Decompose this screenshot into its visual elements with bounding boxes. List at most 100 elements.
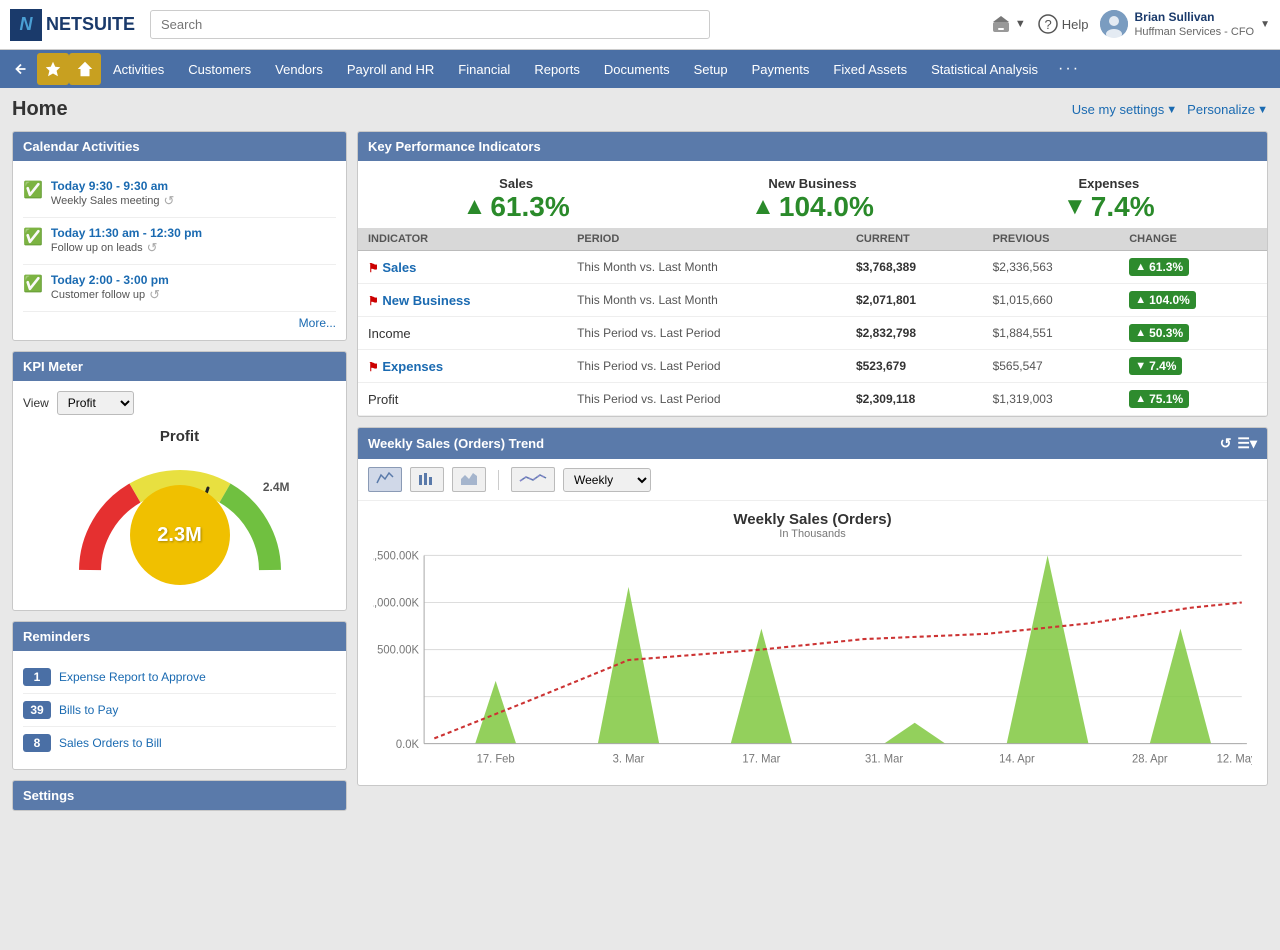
indicator-link[interactable]: ⚑ Expenses (368, 359, 443, 374)
reminder-item-1: 39 Bills to Pay (23, 694, 336, 727)
chart-type-area-btn[interactable] (452, 467, 486, 492)
indicator-name: Profit (368, 392, 398, 407)
chart-type-bar-btn[interactable] (410, 467, 444, 492)
nav-more-btn[interactable]: ··· (1050, 60, 1088, 78)
chart-type-line-btn[interactable] (368, 467, 402, 492)
chart-toolbar: Weekly (358, 459, 1267, 501)
nav-item-reports[interactable]: Reports (522, 50, 592, 88)
change-badge-3: ▼ 7.4% (1129, 357, 1182, 375)
indicator-link[interactable]: ⚑ Sales (368, 260, 416, 275)
cell-change-0: ▲ 61.3% (1119, 251, 1267, 284)
activity-time-2[interactable]: Today 2:00 - 3:00 pm (51, 273, 169, 287)
reminder-link-2[interactable]: Sales Orders to Bill (59, 736, 162, 750)
calendar-more: More... (23, 312, 336, 330)
nav-item-fixed-assets[interactable]: Fixed Assets (821, 50, 919, 88)
cell-change-3: ▼ 7.4% (1119, 350, 1267, 383)
svg-text:1,000.00K: 1,000.00K (373, 598, 419, 610)
chart-svg: 1,500.00K 1,000.00K 500.00K 0.0K (373, 545, 1252, 775)
kpi-summary-newbiz-value: ▲ 104.0% (674, 191, 950, 223)
reminder-link-0[interactable]: Expense Report to Approve (59, 670, 206, 684)
nav-star-btn[interactable] (37, 53, 69, 85)
nav-item-activities[interactable]: Activities (101, 50, 176, 88)
user-menu[interactable]: Brian Sullivan Huffman Services - CFO ▼ (1100, 10, 1270, 40)
reminders-panel: Reminders 1 Expense Report to Approve 39… (12, 621, 347, 770)
cell-previous-4: $1,319,003 (983, 383, 1120, 416)
chart-tools: ↺ ☰▾ (1220, 435, 1257, 452)
sales-up-arrow: ▲ (463, 193, 487, 221)
change-up-arrow: ▲ (1135, 327, 1146, 339)
chart-period-select[interactable]: Weekly (563, 468, 651, 492)
personalize-link[interactable]: Personalize ▼ (1187, 102, 1268, 117)
page-content: Home Use my settings ▼ Personalize ▼ Cal… (0, 88, 1280, 821)
kpi-table-row-1: ⚑ New Business This Month vs. Last Month… (358, 284, 1267, 317)
change-down-arrow: ▼ (1135, 360, 1146, 372)
logo: N NETSUITE (10, 9, 135, 41)
nav-home-btn[interactable] (69, 53, 101, 85)
chart-area: 1,500.00K 1,000.00K 500.00K 0.0K (373, 545, 1252, 775)
nav-item-vendors[interactable]: Vendors (263, 50, 335, 88)
kpi-view-select[interactable]: Profit (57, 391, 134, 415)
flag-icon: ⚑ (368, 261, 379, 275)
search-input[interactable] (150, 10, 710, 39)
nav-item-financial[interactable]: Financial (446, 50, 522, 88)
weekly-sales-header: Weekly Sales (Orders) Trend ↺ ☰▾ (358, 428, 1267, 459)
change-up-arrow: ▲ (1135, 294, 1146, 306)
content-layout: Calendar Activities ✅ Today 9:30 - 9:30 … (12, 131, 1268, 811)
change-badge-1: ▲ 104.0% (1129, 291, 1196, 309)
chart-refresh-btn[interactable]: ↺ (1220, 435, 1232, 452)
calendar-more-link[interactable]: More... (299, 316, 336, 330)
kpi-summary-sales-value: ▲ 61.3% (378, 191, 654, 223)
activity-refresh-icon-0[interactable]: ↺ (164, 193, 175, 209)
weekly-sales-panel: Weekly Sales (Orders) Trend ↺ ☰▾ (357, 427, 1268, 786)
indicator-link[interactable]: ⚑ New Business (368, 293, 471, 308)
calendar-body: ✅ Today 9:30 - 9:30 am Weekly Sales meet… (13, 161, 346, 340)
reminder-link-1[interactable]: Bills to Pay (59, 703, 118, 717)
kpi-summary-sales-label: Sales (378, 176, 654, 191)
reminder-item-2: 8 Sales Orders to Bill (23, 727, 336, 759)
newbiz-up-arrow: ▲ (751, 193, 775, 221)
indicator-name: Income (368, 326, 411, 341)
cell-period-0: This Month vs. Last Month (567, 251, 846, 284)
nav-item-payments[interactable]: Payments (740, 50, 822, 88)
svg-text:500.00K: 500.00K (377, 645, 419, 657)
flag-icon: ⚑ (368, 360, 379, 374)
kpi-table-row-0: ⚑ Sales This Month vs. Last Month $3,768… (358, 251, 1267, 284)
nav-item-setup[interactable]: Setup (682, 50, 740, 88)
left-column: Calendar Activities ✅ Today 9:30 - 9:30 … (12, 131, 347, 811)
expenses-down-arrow: ▼ (1063, 193, 1087, 221)
use-my-settings-link[interactable]: Use my settings ▼ (1072, 102, 1177, 117)
cell-indicator-4: Profit (358, 383, 567, 416)
col-previous: PREVIOUS (983, 228, 1120, 251)
chart-type-line2-btn[interactable] (511, 467, 555, 492)
nav-item-documents[interactable]: Documents (592, 50, 682, 88)
notifications-btn[interactable]: ▼ (991, 14, 1026, 34)
col-current: CURRENT (846, 228, 983, 251)
activity-desc-1: Follow up on leads ↺ (51, 240, 202, 256)
activity-check-2: ✅ (23, 274, 43, 294)
activity-time-1[interactable]: Today 11:30 am - 12:30 pm (51, 226, 202, 240)
cell-current-1: $2,071,801 (846, 284, 983, 317)
col-period: PERIOD (567, 228, 846, 251)
chart-divider (498, 470, 499, 490)
activity-desc-0: Weekly Sales meeting ↺ (51, 193, 175, 209)
nav-back-btn[interactable] (5, 53, 37, 85)
nav-item-statistical[interactable]: Statistical Analysis (919, 50, 1050, 88)
activity-text-2: Today 2:00 - 3:00 pm Customer follow up … (51, 273, 169, 303)
activity-time-0[interactable]: Today 9:30 - 9:30 am (51, 179, 175, 193)
nav-item-customers[interactable]: Customers (176, 50, 263, 88)
right-column: Key Performance Indicators Sales ▲ 61.3%… (357, 131, 1268, 811)
kpi-table-row-4: Profit This Period vs. Last Period $2,30… (358, 383, 1267, 416)
cell-previous-1: $1,015,660 (983, 284, 1120, 317)
nav-item-payroll[interactable]: Payroll and HR (335, 50, 446, 88)
activity-check-1: ✅ (23, 227, 43, 247)
activity-refresh-icon-2[interactable]: ↺ (149, 287, 160, 303)
help-label: Help (1062, 17, 1089, 32)
help-btn[interactable]: ? Help (1038, 14, 1089, 34)
svg-text:17. Feb: 17. Feb (477, 753, 515, 765)
kpi-summary-expenses: Expenses ▼ 7.4% (971, 176, 1247, 223)
activity-refresh-icon-1[interactable]: ↺ (147, 240, 158, 256)
cell-indicator-1: ⚑ New Business (358, 284, 567, 317)
kpi-panel-header: Key Performance Indicators (358, 132, 1267, 161)
chart-menu-btn[interactable]: ☰▾ (1237, 435, 1257, 452)
change-up-arrow: ▲ (1135, 261, 1146, 273)
